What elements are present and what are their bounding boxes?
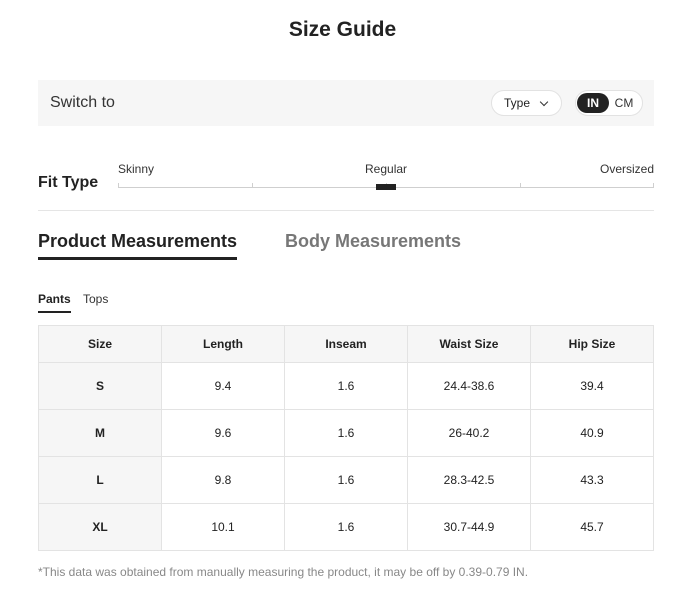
- column-header-length: Length: [161, 325, 285, 363]
- size-cell: S: [38, 362, 162, 410]
- measurement-disclaimer: *This data was obtained from manually me…: [38, 565, 529, 579]
- waist-cell: 30.7-44.9: [407, 503, 531, 551]
- unit-toggle: IN CM: [575, 90, 643, 116]
- table-row: S 9.4 1.6 24.4-38.6 39.4: [38, 362, 654, 410]
- type-dropdown[interactable]: Type: [491, 90, 562, 116]
- fit-type-marker: [376, 184, 396, 190]
- fit-scale-tick: [520, 183, 521, 188]
- length-cell: 10.1: [161, 503, 285, 551]
- fit-option-oversized: Oversized: [600, 162, 655, 176]
- table-header-row: Size Length Inseam Waist Size Hip Size: [38, 325, 654, 363]
- waist-cell: 24.4-38.6: [407, 362, 531, 410]
- chevron-down-icon: [539, 97, 549, 107]
- inseam-cell: 1.6: [284, 362, 408, 410]
- waist-cell: 26-40.2: [407, 409, 531, 457]
- fit-type-label: Fit Type: [38, 174, 99, 191]
- column-header-size: Size: [38, 325, 162, 363]
- unit-cm-button[interactable]: CM: [612, 93, 636, 113]
- fit-scale-tick: [252, 183, 253, 188]
- inseam-cell: 1.6: [284, 409, 408, 457]
- hip-cell: 40.9: [530, 409, 654, 457]
- inseam-cell: 1.6: [284, 456, 408, 504]
- unit-in-button[interactable]: IN: [577, 93, 609, 113]
- subtab-pants[interactable]: Pants: [38, 292, 71, 313]
- fit-option-regular: Regular: [365, 162, 408, 176]
- table-row: L 9.8 1.6 28.3-42.5 43.3: [38, 456, 654, 504]
- column-header-hip: Hip Size: [530, 325, 654, 363]
- type-dropdown-label: Type: [504, 96, 531, 110]
- column-header-inseam: Inseam: [284, 325, 408, 363]
- fit-scale-tick: [653, 183, 654, 188]
- length-cell: 9.8: [161, 456, 285, 504]
- fit-option-skinny: Skinny: [118, 162, 155, 176]
- waist-cell: 28.3-42.5: [407, 456, 531, 504]
- size-table: Size Length Inseam Waist Size Hip Size S…: [38, 325, 654, 551]
- unit-switch-bar: Switch to Type IN CM: [38, 80, 654, 126]
- tab-body-measurements[interactable]: Body Measurements: [285, 231, 461, 252]
- size-cell: L: [38, 456, 162, 504]
- fit-scale-tick: [118, 183, 119, 188]
- length-cell: 9.4: [161, 362, 285, 410]
- switch-to-label: Switch to: [50, 94, 115, 111]
- table-row: M 9.6 1.6 26-40.2 40.9: [38, 409, 654, 457]
- hip-cell: 43.3: [530, 456, 654, 504]
- size-guide-title: Size Guide: [288, 18, 397, 41]
- hip-cell: 39.4: [530, 362, 654, 410]
- tab-product-measurements[interactable]: Product Measurements: [38, 231, 238, 260]
- subtab-tops[interactable]: Tops: [83, 292, 108, 306]
- length-cell: 9.6: [161, 409, 285, 457]
- hip-cell: 45.7: [530, 503, 654, 551]
- size-cell: M: [38, 409, 162, 457]
- inseam-cell: 1.6: [284, 503, 408, 551]
- section-divider: [38, 210, 654, 211]
- size-cell: XL: [38, 503, 162, 551]
- column-header-waist: Waist Size: [407, 325, 531, 363]
- table-row: XL 10.1 1.6 30.7-44.9 45.7: [38, 503, 654, 551]
